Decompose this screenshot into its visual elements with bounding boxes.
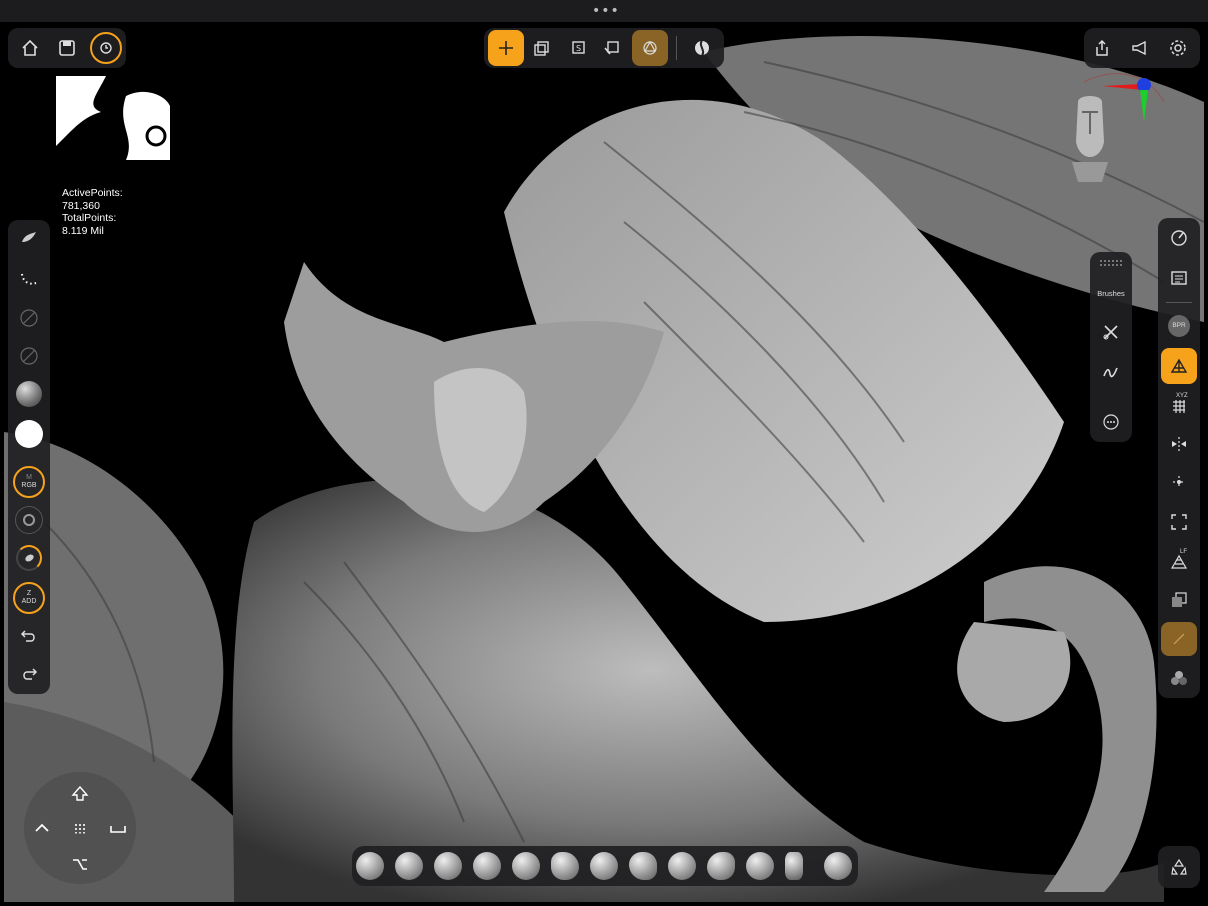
brush-inflate-icon[interactable] — [590, 852, 618, 880]
settings-icon[interactable] — [1162, 32, 1194, 64]
stroke-brush-icon[interactable] — [1095, 356, 1127, 388]
griffin-model — [4, 36, 1204, 902]
solo-spheres-icon[interactable] — [1163, 662, 1195, 694]
brush-damstandard-icon[interactable] — [473, 852, 501, 880]
transparency-icon[interactable] — [1163, 584, 1195, 616]
bpr-label: BPR — [1172, 322, 1186, 329]
texture-off-icon[interactable] — [13, 340, 45, 372]
symmetry-icon[interactable] — [1163, 428, 1195, 460]
navigator-thumbnail[interactable] — [56, 76, 170, 160]
top-center-toolbar: S — [484, 28, 724, 68]
recycle-icon[interactable] — [1163, 851, 1195, 883]
brush-standard-icon[interactable] — [395, 852, 423, 880]
brush-flatten-icon[interactable] — [668, 852, 696, 880]
document-icon[interactable] — [1163, 262, 1195, 294]
bpr-button[interactable]: BPR — [1163, 310, 1195, 342]
matcap-icon[interactable] — [686, 32, 718, 64]
top-left-toolbar — [8, 28, 126, 68]
subtool-icon[interactable] — [526, 32, 558, 64]
move-gizmo-icon[interactable] — [488, 30, 524, 66]
mask-icon[interactable] — [13, 504, 45, 536]
keypad-icon[interactable] — [64, 812, 96, 844]
brush-snake-hook-icon[interactable] — [824, 852, 852, 880]
rgb-toggle-button[interactable]: M RGB — [13, 466, 45, 498]
home-icon[interactable] — [14, 32, 46, 64]
brush-pen-icon[interactable] — [785, 852, 803, 880]
frame-icon[interactable] — [1163, 506, 1195, 538]
sculpt-viewport[interactable] — [4, 22, 1204, 902]
redo-icon[interactable] — [13, 658, 45, 690]
brushes-label[interactable]: Brushes — [1090, 290, 1132, 298]
brushes-panel: Brushes — [1090, 252, 1132, 442]
option-key-icon[interactable] — [64, 848, 96, 880]
material-sphere-icon[interactable] — [13, 378, 45, 410]
toolbar-divider — [1166, 302, 1192, 303]
history-icon[interactable] — [90, 32, 122, 64]
dynamesh-icon[interactable] — [632, 30, 668, 66]
share-icon[interactable] — [1086, 32, 1118, 64]
brush-trim-icon[interactable] — [707, 852, 735, 880]
brush-pinch-icon[interactable] — [551, 852, 579, 880]
brush-dam-icon[interactable] — [512, 852, 540, 880]
render-speed-icon[interactable] — [1163, 222, 1195, 254]
shift-key-icon[interactable] — [64, 778, 96, 810]
announce-icon[interactable] — [1124, 32, 1156, 64]
status-bar: ••• — [0, 0, 1208, 22]
brush-smooth-icon[interactable] — [629, 852, 657, 880]
active-points-value: 781,360 — [62, 199, 100, 212]
brush-mesh-icon[interactable] — [746, 852, 774, 880]
save-icon[interactable] — [51, 32, 83, 64]
brush-clay-buildup-icon[interactable] — [356, 852, 384, 880]
drag-handle-icon[interactable] — [1100, 260, 1122, 266]
zadd-label: ADD — [21, 598, 37, 605]
polyframe-button[interactable] — [1161, 622, 1197, 656]
alpha-off-icon[interactable] — [13, 302, 45, 334]
left-toolbar: M RGB Z ADD — [8, 220, 50, 694]
local-symmetry-icon[interactable] — [1163, 466, 1195, 498]
modifier-wheel — [24, 772, 136, 884]
svg-text:S: S — [576, 44, 581, 53]
active-points-label: ActivePoints: — [62, 187, 123, 199]
more-options-icon[interactable] — [1095, 406, 1127, 438]
lf-label: LF — [1180, 549, 1188, 555]
ctrl-key-icon[interactable] — [26, 812, 58, 844]
right-toolbar: BPR XYZ LF — [1158, 218, 1200, 698]
stroke-type-icon[interactable] — [13, 262, 45, 294]
perspective-button[interactable] — [1161, 348, 1197, 384]
total-points-value: 8.119 Mil — [62, 224, 104, 237]
current-tool-thumbnail-icon[interactable] — [13, 222, 45, 254]
rgb-label: RGB — [21, 482, 37, 489]
linefill-icon[interactable] — [1163, 546, 1195, 578]
brush-tools-icon[interactable] — [1095, 316, 1127, 348]
space-key-icon[interactable] — [102, 812, 134, 844]
zadd-toggle-button[interactable]: Z ADD — [13, 582, 45, 614]
total-points-label: TotalPoints: — [62, 212, 117, 224]
multitasking-dots-icon[interactable]: ••• — [592, 4, 620, 18]
toolbar-divider — [676, 36, 677, 60]
color-swatch-icon[interactable] — [13, 418, 45, 450]
brush-move-icon[interactable] — [434, 852, 462, 880]
solo-icon[interactable]: S — [562, 32, 594, 64]
top-right-toolbar — [1084, 28, 1200, 68]
rgb-m-label: M — [26, 474, 32, 481]
undo-icon[interactable] — [13, 620, 45, 652]
zadd-z-label: Z — [26, 590, 32, 597]
orientation-gizmo[interactable] — [1060, 72, 1160, 192]
recycle-pill — [1158, 846, 1200, 888]
xyz-label: XYZ — [1176, 393, 1188, 399]
draw-size-icon[interactable] — [13, 542, 45, 574]
reset-icon[interactable] — [596, 32, 628, 64]
